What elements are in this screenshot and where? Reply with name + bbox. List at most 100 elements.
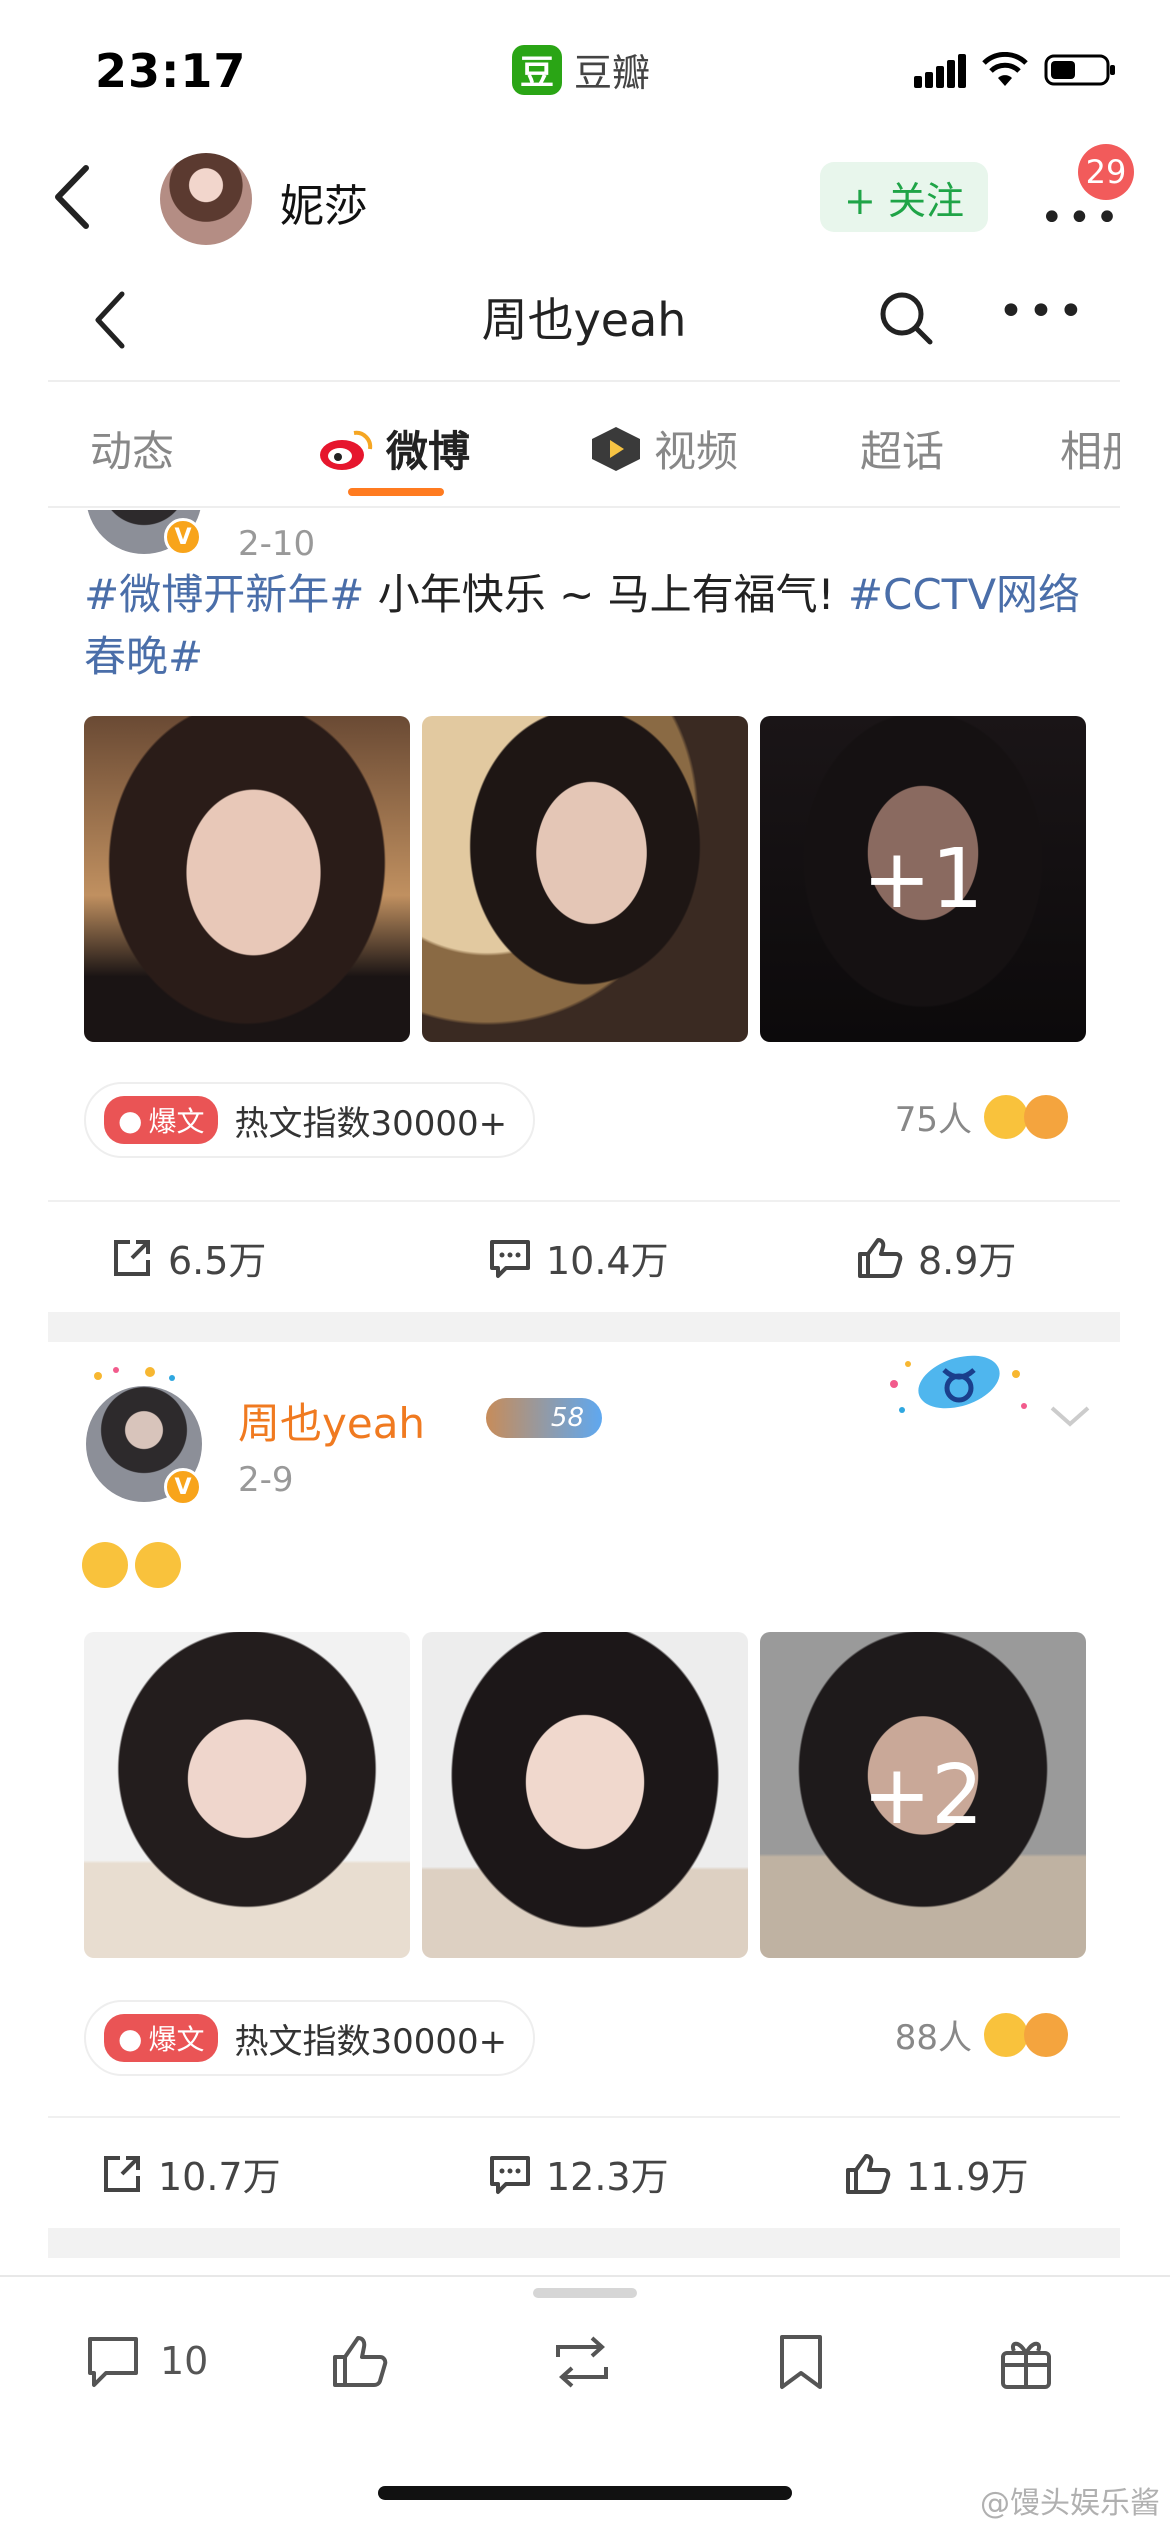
- comment-button[interactable]: 12.3万: [488, 2146, 669, 2201]
- tab-chaohua[interactable]: 超话: [860, 418, 944, 479]
- active-tab-indicator: [348, 488, 444, 496]
- reactions-summary[interactable]: 75人: [895, 1092, 1068, 1141]
- reactions-summary[interactable]: 88人: [895, 2010, 1068, 2059]
- video-icon: [592, 426, 640, 471]
- post-date: 2-10: [238, 524, 316, 564]
- reaction-count: 88人: [894, 2018, 972, 2058]
- hot-tag: ● 爆文: [104, 2014, 219, 2062]
- more-menu-button[interactable]: •••: [1040, 195, 1123, 241]
- source-app: 豆 豆瓣: [512, 42, 650, 97]
- hot-index-pill[interactable]: ● 爆文 热文指数30000+: [84, 2000, 536, 2076]
- post-image[interactable]: [422, 716, 748, 1042]
- repost-button[interactable]: 6.5万: [110, 1230, 266, 1285]
- hot-tag: ● 爆文: [104, 1096, 219, 1144]
- tab-label: 相册: [1060, 427, 1120, 476]
- tab-video[interactable]: 视频: [588, 418, 738, 479]
- kiss-emoji-icon: [82, 1542, 128, 1588]
- user-name: 妮莎: [280, 181, 368, 232]
- laugh-emoji-icon: [984, 1094, 1028, 1139]
- tab-dongtai[interactable]: 动态: [90, 418, 174, 479]
- fire-icon: ●: [118, 2021, 143, 2055]
- level-badge: 58: [486, 1398, 602, 1438]
- laugh-emoji-icon: [984, 2012, 1028, 2057]
- post-image[interactable]: +1: [760, 716, 1086, 1042]
- post-text: #微博开新年# 小年快乐 ~ 马上有福气! #CCTV网络春晚#: [84, 564, 1094, 688]
- comment-icon: [490, 2155, 530, 2194]
- comment-button[interactable]: 10.4万: [488, 1230, 669, 1285]
- verified-icon: V: [164, 518, 202, 556]
- like-count: 11.9万: [906, 2155, 1029, 2199]
- post-image[interactable]: [422, 1632, 748, 1958]
- share-icon: [104, 2155, 140, 2192]
- repost-count: 10.7万: [158, 2155, 281, 2199]
- weibo-tabs: 动态 微博 视频 超话 相册: [48, 380, 1120, 508]
- douban-logo-icon: 豆: [512, 44, 562, 95]
- back-icon[interactable]: [48, 162, 98, 232]
- hot-index-text: 热文指数30000+: [234, 2021, 508, 2062]
- kiss-emoji-icon: [1024, 1094, 1068, 1139]
- post-separator: [48, 1312, 1120, 1342]
- verified-icon: V: [164, 1468, 202, 1506]
- repost-bottom-icon[interactable]: [550, 2333, 614, 2391]
- post-actions: 10.7万 12.3万 11.9万: [48, 2116, 1120, 2226]
- repost-button[interactable]: 10.7万: [100, 2146, 281, 2201]
- weibo-more-button[interactable]: •••: [998, 286, 1088, 337]
- sheet-handle[interactable]: [533, 2288, 637, 2298]
- post-text-body: 小年快乐 ~ 马上有福气!: [364, 570, 848, 619]
- repost-count: 6.5万: [168, 1239, 267, 1283]
- battery-icon: [1044, 54, 1115, 86]
- home-indicator[interactable]: [378, 2486, 792, 2500]
- tab-label: 微博: [386, 427, 471, 476]
- surprised-emoji-icon: [135, 1542, 182, 1588]
- fire-icon: ●: [118, 1103, 143, 1137]
- like-button[interactable]: 8.9万: [856, 1230, 1016, 1285]
- hot-tag-label: 爆文: [148, 1105, 205, 1138]
- post-actions: 6.5万 10.4万 8.9万: [48, 1200, 1120, 1310]
- weibo-topbar: 周也yeah •••: [48, 260, 1120, 380]
- wifi-icon: [982, 52, 1028, 86]
- post-images: +1: [84, 716, 1086, 1042]
- tab-album[interactable]: 相册: [1060, 418, 1120, 479]
- weibo-screenshot: 周也yeah ••• 动态 微博 视频 超话 相 V 2-10 #微博开新年# …: [48, 260, 1120, 2260]
- search-icon[interactable]: [878, 290, 934, 346]
- post-image[interactable]: [84, 716, 410, 1042]
- reaction-count: 75人: [894, 1100, 972, 1140]
- post-image[interactable]: +2: [760, 1632, 1086, 1958]
- user-avatar[interactable]: [160, 153, 252, 245]
- douban-header: 妮莎 + 关注 ••• 29: [0, 140, 1170, 260]
- weibo-icon: [320, 430, 373, 470]
- thumbs-up-icon: [846, 2153, 891, 2194]
- like-count: 8.9万: [918, 1239, 1017, 1283]
- post-separator: [48, 2228, 1120, 2258]
- hot-index-pill[interactable]: ● 爆文 热文指数30000+: [84, 1082, 536, 1158]
- status-bar: 23:17 豆 豆瓣: [0, 0, 1170, 140]
- more-images-label: +1: [862, 831, 984, 927]
- bookmark-icon[interactable]: [776, 2333, 826, 2391]
- tab-label: 动态: [90, 427, 175, 476]
- post-date: 2-9: [238, 1460, 294, 1500]
- hot-index-text: 热文指数30000+: [234, 1103, 508, 1144]
- notification-badge: 29: [1078, 144, 1134, 200]
- hashtag-link[interactable]: #微博开新年#: [84, 570, 364, 619]
- taurus-decoration-icon: [884, 1344, 1034, 1424]
- chevron-down-icon[interactable]: [1048, 1402, 1092, 1430]
- gift-icon[interactable]: [998, 2333, 1054, 2391]
- post-image[interactable]: [84, 1632, 410, 1958]
- share-icon: [114, 1239, 150, 1276]
- follow-button[interactable]: + 关注: [820, 162, 988, 232]
- weibo-post: V 2-10 #微博开新年# 小年快乐 ~ 马上有福气! #CCTV网络春晚# …: [48, 510, 1120, 1158]
- more-images-label: +2: [862, 1747, 984, 1843]
- comment-icon: [490, 1239, 530, 1278]
- comment-bottom-button[interactable]: 10: [84, 2333, 208, 2389]
- like-bottom-icon[interactable]: [330, 2333, 390, 2391]
- tab-weibo[interactable]: 微博: [316, 418, 470, 479]
- like-button[interactable]: 11.9万: [844, 2146, 1029, 2201]
- watermark: @馒头娱乐酱: [980, 2486, 1160, 2521]
- tab-label: 超话: [860, 427, 945, 476]
- level-number: 58: [550, 1403, 584, 1433]
- author-name[interactable]: 周也yeah: [238, 1390, 425, 1451]
- source-app-name: 豆瓣: [574, 51, 651, 95]
- post-images: +2: [84, 1632, 1086, 1958]
- hot-tag-label: 爆文: [148, 2023, 205, 2056]
- emoji-row: [82, 1542, 182, 1592]
